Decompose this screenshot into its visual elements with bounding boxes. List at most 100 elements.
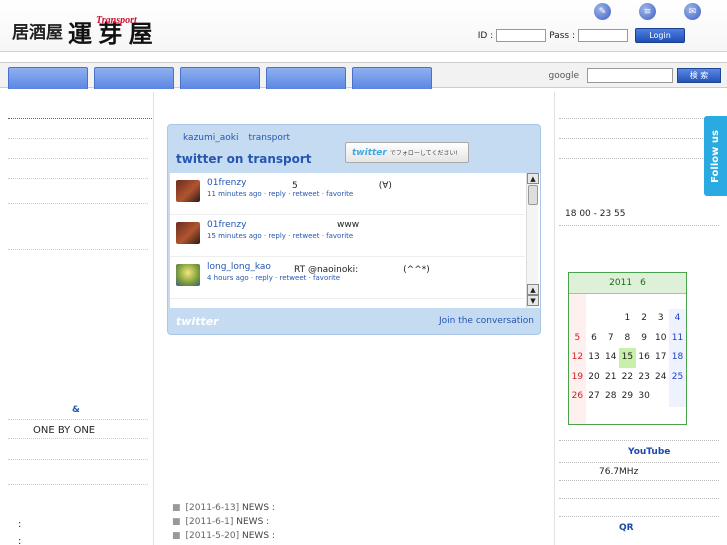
- calendar-day: [602, 309, 619, 329]
- calendar-day[interactable]: 2: [636, 309, 653, 329]
- list-icon[interactable]: ≡: [639, 3, 656, 20]
- tweet-user[interactable]: 01frenzy: [207, 220, 246, 230]
- tweet-user[interactable]: long_long_kao: [207, 262, 271, 272]
- calendar-day[interactable]: 22: [619, 368, 636, 388]
- nav-tab-1[interactable]: [8, 67, 88, 89]
- twitter-list-link[interactable]: transport: [249, 133, 291, 143]
- pass-label: Pass :: [549, 30, 575, 41]
- calendar-day[interactable]: 19: [569, 368, 586, 388]
- calendar-day[interactable]: 16: [636, 348, 653, 368]
- news-item[interactable]: ■ [2011-5-20] NEWS :: [172, 531, 275, 541]
- right-sidebar: 18 00 - 23 55 2011 6 1 2 3 4 5 6 7 8 9 10 11 12 13 14…: [554, 92, 727, 545]
- divider: [559, 498, 719, 499]
- news-label: NEWS :: [236, 517, 270, 527]
- calendar-day[interactable]: 20: [586, 368, 603, 388]
- calendar-day: [586, 309, 603, 329]
- calendar-day[interactable]: 24: [652, 368, 669, 388]
- calendar-day[interactable]: 26: [569, 387, 586, 407]
- news-date: [2011-6-13]: [185, 503, 240, 513]
- divider: [8, 138, 148, 139]
- calendar-day[interactable]: 4: [669, 309, 686, 329]
- twitter-title[interactable]: twitter on transport: [176, 152, 312, 166]
- id-input[interactable]: [496, 29, 547, 42]
- news-item[interactable]: ■ [2011-6-1] NEWS :: [172, 517, 269, 527]
- calendar-day[interactable]: 1: [619, 309, 636, 329]
- twitter-follow-button[interactable]: twitter でフォローしてください!: [345, 142, 469, 163]
- news-item[interactable]: ■ [2011-6-13] NEWS :: [172, 503, 275, 513]
- join-conversation-link[interactable]: Join the conversation: [439, 316, 534, 326]
- calendar-day[interactable]: 21: [602, 368, 619, 388]
- calendar-day[interactable]: 13: [586, 348, 603, 368]
- calendar-day[interactable]: 7: [602, 329, 619, 349]
- bullet-icon: ■: [172, 503, 181, 513]
- divider: [559, 118, 719, 119]
- calendar-day[interactable]: 5: [569, 329, 586, 349]
- tweet-user[interactable]: 01frenzy: [207, 178, 246, 188]
- login-button[interactable]: Login: [635, 28, 685, 43]
- divider: [8, 158, 148, 159]
- calendar-day: [652, 387, 669, 407]
- calendar-day[interactable]: 8: [619, 329, 636, 349]
- calendar-day[interactable]: 18: [669, 348, 686, 368]
- calendar-day[interactable]: 15: [619, 348, 636, 368]
- calendar-day[interactable]: 9: [636, 329, 653, 349]
- one-by-one-link[interactable]: ONE BY ONE: [33, 425, 95, 436]
- tweet-list[interactable]: 01frenzy 5 (∀) 11 minutes ago · reply · …: [170, 173, 540, 308]
- scroll-thumb[interactable]: [528, 185, 538, 205]
- tweet-meta[interactable]: 15 minutes ago · reply · retweet · favor…: [207, 232, 353, 240]
- news-date: [2011-5-20]: [185, 531, 240, 541]
- edit-icon[interactable]: ✎: [594, 3, 611, 20]
- calendar-day[interactable]: 29: [619, 387, 636, 407]
- calendar-day: [569, 309, 586, 329]
- divider: [8, 484, 148, 485]
- scroll-up-icon[interactable]: ▲: [527, 173, 539, 184]
- logo-prefix: 居酒屋: [12, 23, 63, 43]
- divider: [559, 440, 719, 441]
- search-input[interactable]: [587, 68, 673, 83]
- bullet-icon: ■: [172, 517, 181, 527]
- calendar-day[interactable]: 25: [669, 367, 686, 387]
- nav-tab-4[interactable]: [266, 67, 346, 89]
- divider: [559, 462, 719, 463]
- calendar-day[interactable]: 17: [652, 348, 669, 368]
- calendar-day[interactable]: 3: [652, 309, 669, 329]
- calendar-day[interactable]: 14: [602, 348, 619, 368]
- mail-icon[interactable]: ✉: [684, 3, 701, 20]
- id-label: ID :: [477, 30, 494, 41]
- nav-tab-3[interactable]: [180, 67, 260, 89]
- avatar[interactable]: [176, 264, 200, 286]
- divider: [8, 459, 148, 460]
- twitter-footer-logo[interactable]: twitter: [176, 315, 219, 328]
- calendar-day[interactable]: 11: [669, 328, 686, 348]
- calendar-day[interactable]: 27: [586, 387, 603, 407]
- avatar[interactable]: [176, 180, 200, 202]
- divider: [559, 516, 719, 517]
- calendar-week: 1234: [569, 309, 686, 329]
- tweet-item: 01frenzy www 15 minutes ago · reply · re…: [170, 215, 525, 257]
- scroll-down-icon[interactable]: ▼: [527, 295, 539, 306]
- follow-us-tab[interactable]: Follow us: [704, 116, 727, 196]
- calendar-week: 5 6 7 8 9 10 11: [569, 328, 686, 349]
- twitter-user-link[interactable]: kazumi_aoki: [183, 133, 239, 143]
- twitter-widget: kazumi_aoki transport twitter on transpo…: [167, 124, 541, 335]
- calendar-day[interactable]: 12: [569, 348, 586, 368]
- calendar-day[interactable]: 28: [602, 387, 619, 407]
- scroll-up-icon[interactable]: ▲: [527, 284, 539, 295]
- tweet-scrollbar[interactable]: ▲ ▲ ▼: [526, 173, 539, 308]
- tweet-meta[interactable]: 11 minutes ago · reply · retweet · favor…: [207, 190, 353, 198]
- calendar-day[interactable]: 10: [652, 329, 669, 349]
- calendar-grid: 1 2 3 4 5 6 7 8 9 10 11 12 13 14 15 16 17 18 19 20 21 22 23 24 2…: [569, 309, 686, 407]
- divider: [8, 419, 148, 420]
- divider: [8, 178, 148, 179]
- tweet-meta[interactable]: 4 hours ago · reply · retweet · favorite: [207, 274, 340, 282]
- calendar-day[interactable]: 30: [636, 387, 653, 407]
- pass-input[interactable]: [578, 29, 628, 42]
- calendar-day[interactable]: 6: [586, 329, 603, 349]
- avatar[interactable]: [176, 222, 200, 244]
- nav-tabs: [8, 67, 432, 89]
- search-button[interactable]: 検 索: [677, 68, 721, 83]
- nav-tab-2[interactable]: [94, 67, 174, 89]
- youtube-heading[interactable]: YouTube: [628, 447, 670, 457]
- calendar-day[interactable]: 23: [636, 368, 653, 388]
- nav-tab-5[interactable]: [352, 67, 432, 89]
